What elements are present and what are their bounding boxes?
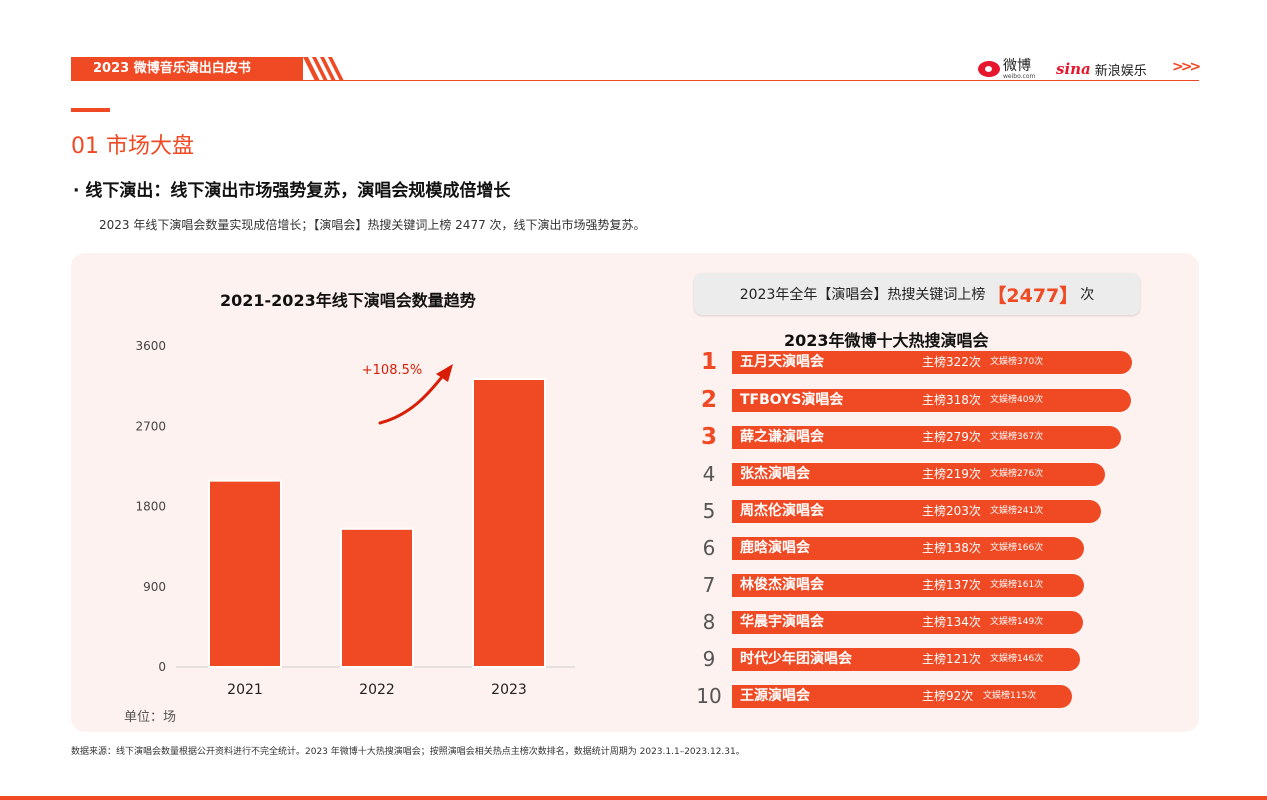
- ent-board-count: 文娱榜370次: [990, 351, 1043, 374]
- section-accent-bar: [71, 108, 110, 112]
- footer-rule: [0, 796, 1267, 800]
- ent-board-count: 文娱榜276次: [990, 463, 1043, 486]
- concert-name: 五月天演唱会: [740, 351, 824, 374]
- y-tick-label: 0: [158, 660, 166, 674]
- growth-arrow-icon: [380, 373, 445, 423]
- weibo-logo-url: weibo.com: [1003, 74, 1035, 80]
- triple-chevron-right-icon: >>>: [1172, 59, 1198, 75]
- concert-name: 林俊杰演唱会: [740, 574, 824, 597]
- main-board-count: 主榜219次: [922, 463, 981, 486]
- y-tick-label: 3600: [135, 339, 166, 353]
- keyword-prefix: 2023年全年【演唱会】热搜关键词上榜: [740, 284, 986, 304]
- main-board-count: 主榜134次: [922, 611, 981, 634]
- ent-board-count: 文娱榜115次: [983, 685, 1036, 708]
- concert-trend-bar-chart: 0 900 1800 2700 3600 2021 2022 2023 +108.5%: [120, 330, 590, 710]
- keyword-count: 【2477】: [987, 281, 1078, 308]
- y-tick-label: 1800: [135, 500, 166, 514]
- ent-board-count: 文娱榜149次: [990, 611, 1043, 634]
- weibo-logo: 微博 weibo.com: [978, 58, 1035, 80]
- keyword-suffix: 次: [1080, 284, 1094, 304]
- y-tick-label: 900: [143, 580, 166, 594]
- rank-number: 2: [696, 388, 722, 412]
- ent-board-count: 文娱榜166次: [990, 537, 1043, 560]
- ent-board-count: 文娱榜146次: [990, 648, 1043, 671]
- rank-number: 3: [696, 425, 722, 449]
- bar-2022: [341, 529, 413, 667]
- rank-number: 9: [696, 647, 722, 671]
- section-subtitle: · 线下演出：线下演出市场强势复苏，演唱会规模成倍增长: [73, 176, 510, 201]
- x-tick-label: 2021: [227, 682, 263, 698]
- main-board-count: 主榜322次: [922, 351, 981, 374]
- bar-2023: [473, 379, 545, 667]
- header-rule: [71, 80, 1199, 81]
- rank-number: 10: [696, 684, 722, 708]
- bar-2021: [209, 481, 281, 667]
- keyword-count-box: 2023年全年【演唱会】热搜关键词上榜 【2477】 次: [694, 273, 1140, 315]
- section-title: 01 市场大盘: [71, 128, 194, 160]
- rank-number: 8: [696, 610, 722, 634]
- main-board-count: 主榜203次: [922, 500, 981, 523]
- ent-board-count: 文娱榜161次: [990, 574, 1043, 597]
- sina-ent-text: 新浪娱乐: [1095, 60, 1147, 79]
- main-board-count: 主榜279次: [922, 426, 981, 449]
- ent-board-count: 文娱榜241次: [990, 500, 1043, 523]
- main-board-count: 主榜138次: [922, 537, 981, 560]
- x-tick-label: 2022: [359, 682, 395, 698]
- weibo-logo-text: 微博: [1003, 59, 1035, 73]
- sina-mark: sina: [1056, 60, 1091, 78]
- rank-number: 7: [696, 573, 722, 597]
- concert-name: 张杰演唱会: [740, 463, 810, 486]
- ent-board-count: 文娱榜367次: [990, 426, 1043, 449]
- main-board-count: 主榜121次: [922, 648, 981, 671]
- growth-annotation: +108.5%: [362, 363, 422, 378]
- weibo-eye-icon: [978, 61, 1000, 77]
- ent-board-count: 文娱榜409次: [990, 389, 1043, 412]
- section-description: 2023 年线下演唱会数量实现成倍增长；【演唱会】热搜关键词上榜 2477 次，…: [99, 216, 646, 233]
- chart-title: 2021-2023年线下演唱会数量趋势: [220, 287, 476, 311]
- x-tick-label: 2023: [491, 682, 527, 698]
- rank-number: 4: [696, 462, 722, 486]
- chart-unit-label: 单位：场: [124, 706, 176, 725]
- rank-number: 1: [696, 350, 722, 374]
- sina-ent-logo: sina 新浪娱乐: [1056, 58, 1147, 80]
- header-stripes-decoration: [300, 57, 350, 81]
- main-board-count: 主榜137次: [922, 574, 981, 597]
- concert-name: 华晨宇演唱会: [740, 611, 824, 634]
- concert-name: 王源演唱会: [740, 685, 810, 708]
- concert-name: 鹿晗演唱会: [740, 537, 810, 560]
- y-tick-label: 2700: [135, 419, 166, 433]
- data-source-footnote: 数据来源：线下演唱会数量根据公开资料进行不完全统计。2023 年微博十大热搜演唱…: [71, 744, 745, 757]
- concert-name: 薛之谦演唱会: [740, 426, 824, 449]
- concert-name: TFBOYS演唱会: [740, 389, 843, 412]
- main-board-count: 主榜92次: [922, 685, 973, 708]
- report-title-tab: 2023 微博音乐演出白皮书: [71, 57, 303, 81]
- main-board-count: 主榜318次: [922, 389, 981, 412]
- concert-name: 周杰伦演唱会: [740, 500, 824, 523]
- top10-title: 2023年微博十大热搜演唱会: [784, 327, 989, 351]
- rank-number: 5: [696, 499, 722, 523]
- rank-number: 6: [696, 536, 722, 560]
- concert-name: 时代少年团演唱会: [740, 648, 852, 671]
